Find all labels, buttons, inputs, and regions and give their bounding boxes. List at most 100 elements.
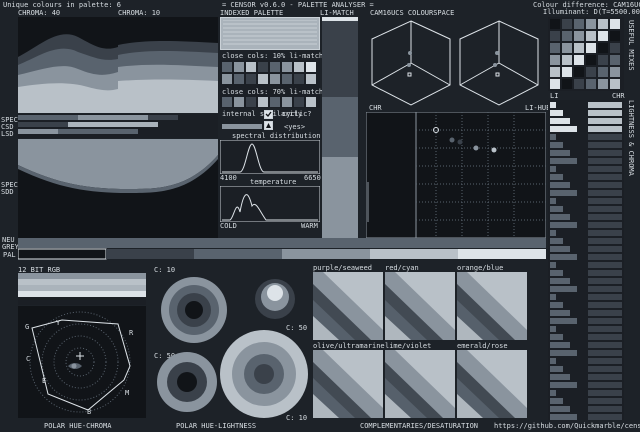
- mix-cell: [574, 67, 584, 77]
- repo-url[interactable]: https://github.com/Quickmarble/censor: [494, 422, 640, 430]
- chr2-label: CHR: [612, 92, 625, 100]
- mix-cell: [550, 67, 560, 77]
- chroma-bar: [588, 126, 622, 132]
- illuminant-label: Illuminant: D(T=5500.00°K): [543, 8, 640, 16]
- mix-cell: [574, 55, 584, 65]
- lightness-bar: [550, 278, 570, 284]
- lightness-bar: [550, 142, 563, 148]
- lightness-bar: [550, 166, 556, 172]
- c10-label-b: C: 10: [286, 414, 308, 422]
- complementary-tile: [313, 350, 383, 418]
- chroma-bar: [588, 286, 622, 292]
- chroma-bar: [588, 382, 622, 388]
- lightness-bar: [550, 246, 570, 252]
- chroma-bar: [588, 374, 622, 380]
- chroma-bar: [588, 174, 622, 180]
- hue-letter-c: C: [26, 355, 31, 363]
- cyclic-checkbox[interactable]: [264, 110, 273, 119]
- hue-letter-y: Y: [56, 319, 61, 327]
- mix-cell: [562, 19, 572, 29]
- hue-letter-g: G: [25, 323, 30, 331]
- hue-letter-r: R: [129, 329, 134, 337]
- cyclic-arrow-icon[interactable]: [264, 121, 273, 130]
- chroma-bar: [588, 414, 622, 420]
- mix-cell: [562, 43, 572, 53]
- internal-similarity-bar: [222, 124, 262, 129]
- temperature-warm: WARM: [301, 222, 318, 230]
- chroma-bar: [588, 302, 622, 308]
- chroma-bar: [588, 206, 622, 212]
- wavelength-max: 6650: [304, 174, 321, 182]
- indexed-palette-swatch: [220, 17, 320, 50]
- close-cols-10-label: close cols: 10% li-match: [222, 52, 324, 60]
- chroma-bar: [588, 326, 622, 332]
- chroma-bar: [588, 358, 622, 364]
- lightness-bar: [550, 358, 556, 364]
- lightness-bar: [550, 150, 570, 156]
- complementary-tile: [457, 350, 527, 418]
- chroma-bar: [588, 182, 622, 188]
- chroma-40-plot: [18, 17, 118, 113]
- li-label: LI: [550, 92, 559, 100]
- lightness-bar: [550, 126, 577, 132]
- lightness-bar: [550, 382, 577, 388]
- close-cols-70-label: close cols: 70% li-match: [222, 88, 324, 96]
- chr-label: CHR: [369, 104, 382, 112]
- lightness-chroma-label: LIGHTNESS & CHROMA: [627, 100, 635, 176]
- complementary-tile: [385, 272, 455, 340]
- lightness-bar: [550, 222, 577, 228]
- complementary-tile: [313, 272, 383, 340]
- chroma-bar: [588, 310, 622, 316]
- chroma-bar: [588, 150, 622, 156]
- mix-cell: [586, 79, 596, 89]
- chroma-bar: [588, 270, 622, 276]
- lightness-bar: [550, 110, 563, 116]
- chroma-bar: [588, 342, 622, 348]
- mix-cell: [550, 31, 560, 41]
- spectral-distribution-plot: [220, 140, 320, 174]
- grey-label: GREY: [2, 243, 19, 251]
- mix-cell: [574, 43, 584, 53]
- spectral-strips: [18, 114, 218, 138]
- sdd-label: SDD: [1, 188, 14, 196]
- chroma-bar: [588, 350, 622, 356]
- mix-red-cyan-label: red/cyan: [385, 264, 419, 272]
- mix-cell: [598, 67, 608, 77]
- mix-cell: [586, 67, 596, 77]
- lightness-bar: [550, 342, 570, 348]
- temperature-plot: [220, 186, 320, 222]
- lightness-bar: [550, 238, 563, 244]
- li-hue-plot: [366, 112, 546, 238]
- mix-cell: [610, 67, 620, 77]
- rgb12-swatches: [18, 273, 146, 305]
- mix-cell: [610, 31, 620, 41]
- c10-label-a: C: 10: [154, 266, 176, 274]
- pal-label: PAL: [3, 251, 16, 259]
- mix-cell: [598, 43, 608, 53]
- chroma-bar: [588, 110, 622, 116]
- mix-cell: [550, 55, 560, 65]
- lightness-bar: [550, 254, 577, 260]
- lightness-bar: [550, 174, 563, 180]
- chroma-10-label: CHROMA: 10: [118, 9, 161, 17]
- lightness-bar: [550, 286, 577, 292]
- mix-cell: [550, 43, 560, 53]
- mix-orange-blue-label: orange/blue: [457, 264, 504, 272]
- mix-purple-seaweed-label: purple/seaweed: [313, 264, 373, 272]
- chroma-bar: [588, 166, 622, 172]
- chroma-bar: [588, 318, 622, 324]
- li-match-label: LI-MATCH: [320, 9, 354, 17]
- lightness-bar: [550, 206, 563, 212]
- cyclic-value[interactable]: <yes>: [284, 123, 305, 131]
- lightness-bar: [550, 302, 563, 308]
- lightness-bar: [550, 414, 577, 420]
- chroma-bar: [588, 230, 622, 236]
- mix-cell: [562, 55, 572, 65]
- mix-cell: [550, 19, 560, 29]
- polar-hue-chroma-plot: [18, 306, 146, 418]
- lightness-bar: [550, 406, 570, 412]
- lightness-bar: [550, 310, 570, 316]
- chroma-10-plot: [118, 17, 218, 113]
- lightness-chroma-bars: [548, 100, 624, 420]
- mix-cell: [574, 19, 584, 29]
